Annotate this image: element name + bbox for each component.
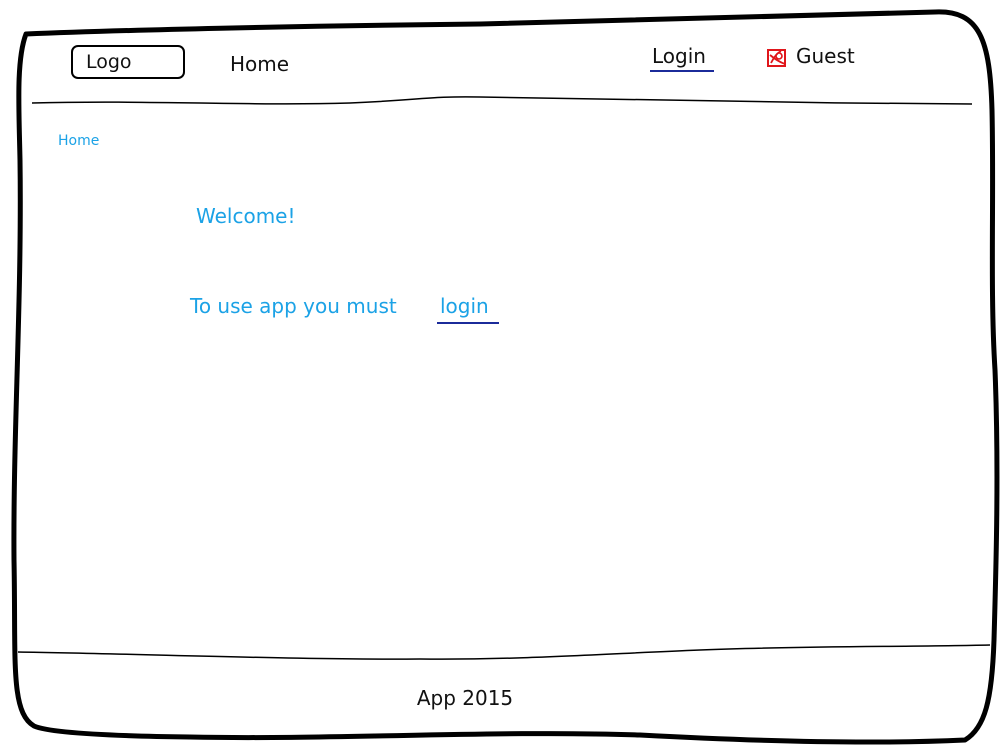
footer-divider (17, 644, 991, 660)
login-prompt-underline (437, 322, 499, 324)
header-divider (31, 96, 973, 105)
nav-home-link[interactable]: Home (230, 52, 289, 76)
window-border (11, 9, 1000, 745)
login-nav-link[interactable]: Login (652, 44, 706, 68)
user-name-label[interactable]: Guest (796, 44, 855, 68)
login-nav-underline (650, 70, 714, 72)
logo[interactable]: Logo (72, 46, 182, 78)
footer-copyright: App 2015 (416, 686, 514, 710)
user-icon (767, 49, 786, 67)
breadcrumb-home[interactable]: Home (58, 133, 99, 149)
welcome-heading: Welcome! (196, 204, 296, 228)
login-prompt-text: To use app you must (190, 294, 397, 318)
window-frame (11, 9, 1000, 745)
login-prompt-link[interactable]: login (440, 294, 489, 318)
